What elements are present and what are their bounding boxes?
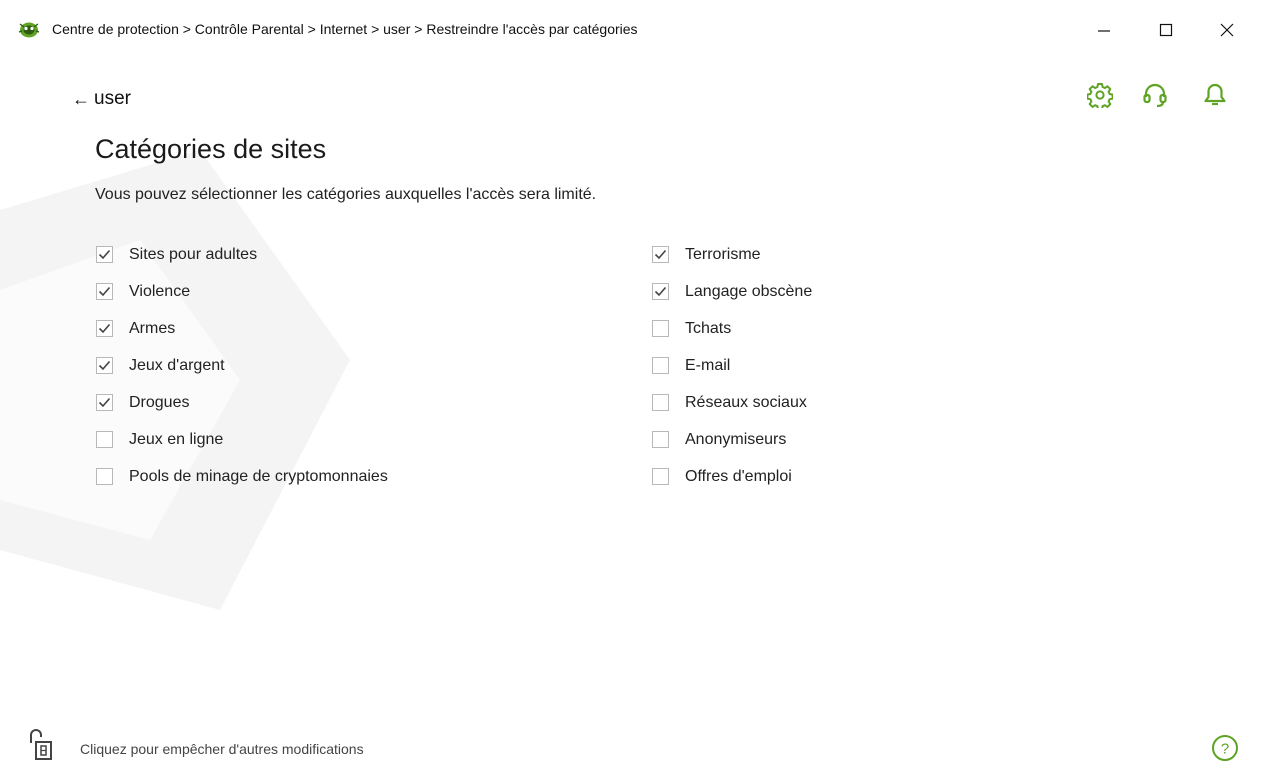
category-checkbox-row[interactable]: Terrorisme (652, 236, 812, 273)
minimize-icon (1098, 30, 1110, 32)
category-checkbox-row[interactable]: Sites pour adultes (96, 236, 388, 273)
category-checkbox-row[interactable]: Langage obscène (652, 273, 812, 310)
checkbox[interactable] (652, 246, 669, 263)
category-checkbox-row[interactable]: Armes (96, 310, 388, 347)
support-button[interactable] (1140, 80, 1170, 110)
category-checkbox-row[interactable]: Pools de minage de cryptomonnaies (96, 458, 388, 495)
category-checkbox-row[interactable]: Tchats (652, 310, 812, 347)
category-label: Violence (129, 282, 191, 300)
category-checkbox-row[interactable]: Jeux d'argent (96, 347, 388, 384)
category-label: Offres d'emploi (685, 467, 792, 485)
category-checkbox-row[interactable]: Drogues (96, 384, 388, 421)
back-arrow-icon: ← (72, 88, 90, 109)
checkbox[interactable] (652, 394, 669, 411)
svg-text:?: ? (1221, 741, 1229, 758)
category-label: Pools de minage de cryptomonnaies (129, 467, 388, 485)
category-label: Drogues (129, 393, 190, 411)
checkmark-icon (654, 249, 667, 260)
category-label: Jeux d'argent (129, 356, 225, 374)
categories-right-column: Terrorisme Langage obscène Tchats E-mail Rés… (652, 236, 812, 495)
close-icon (1220, 23, 1234, 37)
checkmark-icon (98, 249, 111, 260)
maximize-button[interactable] (1146, 10, 1186, 50)
minimize-button[interactable] (1084, 10, 1124, 50)
category-label: Réseaux sociaux (685, 393, 807, 411)
category-label: Anonymiseurs (685, 430, 787, 448)
gear-icon (1087, 83, 1113, 108)
back-link[interactable]: ← user (72, 88, 131, 110)
open-lock-icon (30, 729, 52, 760)
checkmark-icon (98, 286, 111, 297)
checkmark-icon (98, 397, 111, 408)
checkbox[interactable] (652, 283, 669, 300)
category-label: Jeux en ligne (129, 430, 224, 448)
lock-settings-toggle[interactable]: Cliquez pour empêcher d'autres modificat… (28, 727, 364, 761)
page-subtitle: Vous pouvez sélectionner les catégories … (95, 186, 597, 203)
maximize-icon (1159, 23, 1173, 37)
notifications-button[interactable] (1200, 80, 1230, 110)
back-link-label: user (94, 88, 131, 109)
window-title-breadcrumb: Centre de protection > Contrôle Parental… (52, 21, 638, 37)
checkbox[interactable] (652, 320, 669, 337)
checkbox[interactable] (96, 394, 113, 411)
category-label: Armes (129, 319, 176, 337)
checkbox[interactable] (96, 468, 113, 485)
checkbox[interactable] (96, 431, 113, 448)
category-checkbox-row[interactable]: Violence (96, 273, 388, 310)
checkmark-icon (98, 323, 111, 334)
page-title: Catégories de sites (95, 134, 327, 164)
settings-button[interactable] (1085, 80, 1115, 110)
checkbox[interactable] (652, 431, 669, 448)
help-icon[interactable]: ? (1210, 733, 1240, 763)
checkmark-icon (98, 360, 111, 371)
bell-icon (1204, 83, 1226, 106)
categories-left-column: Sites pour adultes Violence Armes Jeux d'ar… (96, 236, 388, 495)
category-label: Sites pour adultes (129, 245, 258, 263)
category-label: E-mail (685, 356, 731, 374)
checkbox[interactable] (96, 320, 113, 337)
category-label: Langage obscène (685, 282, 813, 300)
category-label: Terrorisme (685, 245, 761, 263)
category-checkbox-row[interactable]: Jeux en ligne (96, 421, 388, 458)
category-checkbox-row[interactable]: Réseaux sociaux (652, 384, 812, 421)
drweb-spider-icon (18, 22, 40, 38)
category-checkbox-row[interactable]: Offres d'emploi (652, 458, 812, 495)
close-button[interactable] (1207, 10, 1247, 50)
checkmark-icon (654, 286, 667, 297)
checkbox[interactable] (652, 468, 669, 485)
headset-icon (1143, 83, 1167, 108)
category-checkbox-row[interactable]: E-mail (652, 347, 812, 384)
checkbox[interactable] (96, 246, 113, 263)
lock-settings-label: Cliquez pour empêcher d'autres modificat… (80, 741, 364, 757)
title-bar: Centre de protection > Contrôle Parental… (0, 0, 1270, 60)
checkbox[interactable] (96, 357, 113, 374)
category-label: Tchats (685, 319, 732, 337)
category-checkbox-row[interactable]: Anonymiseurs (652, 421, 812, 458)
checkbox[interactable] (652, 357, 669, 374)
checkbox[interactable] (96, 283, 113, 300)
